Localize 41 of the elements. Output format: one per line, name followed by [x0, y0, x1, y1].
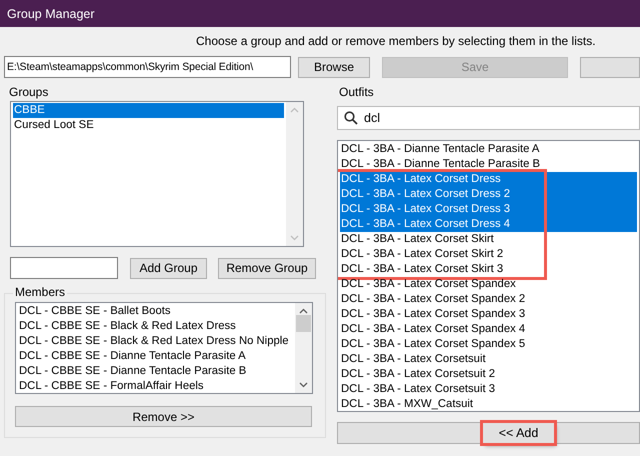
path-field[interactable]: E:\Steam\steamapps\common\Skyrim Special Edition\ — [4, 56, 291, 78]
section-label: Members — [13, 285, 68, 299]
blank-button[interactable] — [580, 56, 640, 78]
window-title: Group Manager — [7, 6, 95, 20]
list-item[interactable]: DCL - CBBE SE - FormalAffair Heels — [18, 379, 293, 393]
list-item[interactable]: DCL - 3BA - Dianne Tentacle Parasite A — [340, 142, 637, 157]
list-item[interactable]: CBBE — [13, 103, 284, 118]
list-item[interactable]: DCL - 3BA - Latex Corsetsuit 2 — [340, 367, 637, 382]
list-item[interactable]: DCL - 3BA - Latex Corsetsuit — [340, 352, 637, 367]
list-item[interactable]: DCL - 3BA - Latex Corset Spandex 2 — [340, 292, 637, 307]
list-item[interactable]: DCL - CBBE SE - Dianne Tentacle Parasite A — [18, 349, 293, 364]
scrollbar[interactable] — [295, 303, 312, 393]
list-item[interactable]: Cursed Loot SE — [13, 118, 284, 133]
instructions-text: Choose a group and add or remove members by selecting them in the lists. — [196, 34, 596, 48]
remove-button[interactable]: Remove >> — [15, 406, 312, 427]
list-item[interactable]: DCL - CBBE SE - Black & Red Latex Dress No Nipple — [18, 334, 293, 349]
top-button[interactable]: Browse — [298, 56, 370, 78]
list-item[interactable]: DCL - 3BA - Latex Corset Spandex 4 — [340, 322, 637, 337]
list-item[interactable]: DCL - 3BA - Dianne Tentacle Parasite B — [340, 157, 637, 172]
search-icon — [344, 111, 358, 125]
outfits-list[interactable] — [337, 140, 640, 412]
list-item[interactable]: DCL - CBBE SE - Black & Red Latex Dress — [18, 319, 293, 334]
add-group-button[interactable]: Add Group — [130, 258, 207, 278]
section-label: Outfits — [338, 85, 375, 101]
list-item[interactable]: DCL - 3BA - MXW_Catsuit — [340, 397, 637, 411]
list-item[interactable]: DCL - 3BA - Latex Corset Spandex 3 — [340, 307, 637, 322]
search-field[interactable]: dcl — [337, 106, 640, 130]
list-item[interactable]: DCL - 3BA - Latex Corset Spandex 5 — [340, 337, 637, 352]
scrollbar-thumb[interactable] — [296, 315, 311, 332]
scroll-up-icon[interactable] — [299, 308, 308, 314]
scroll-down-icon[interactable] — [299, 382, 308, 388]
section-label: Groups — [8, 85, 50, 101]
list-item[interactable]: DCL - 3BA - Latex Corsetsuit 3 — [340, 382, 637, 397]
list-item[interactable]: DCL - CBBE SE - Ballet Boots — [18, 304, 293, 319]
group-name-field[interactable] — [10, 257, 118, 279]
members-list[interactable] — [15, 302, 313, 394]
remove-group-button[interactable]: Remove Group — [218, 258, 316, 278]
list-item[interactable]: DCL - CBBE SE - Dianne Tentacle Parasite B — [18, 364, 293, 379]
list-item[interactable]: DCL - 3BA - Latex Corset Spandex — [340, 277, 637, 292]
groups-list[interactable]: CBBE Cursed Loot SE — [10, 101, 304, 247]
add-button[interactable]: << Add — [482, 423, 554, 443]
